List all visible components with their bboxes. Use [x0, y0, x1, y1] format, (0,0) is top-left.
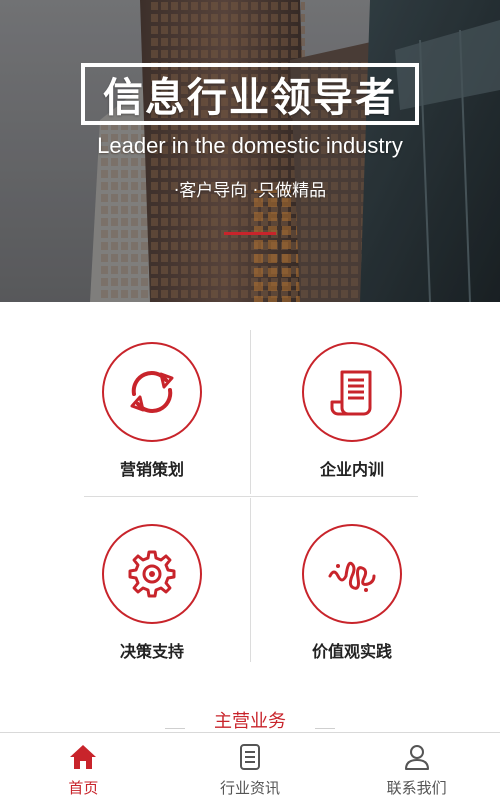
gear-icon: [128, 550, 176, 598]
bottom-tab-bar: 首页 行业资讯 联系我们: [0, 732, 500, 800]
service-item-decision[interactable]: 决策支持: [52, 524, 252, 662]
document-icon: [330, 370, 372, 416]
waveform-icon: [328, 561, 376, 592]
service-item-values[interactable]: 价值观实践: [252, 524, 452, 662]
hero-slogan: ·客户导向 ·只做精品: [173, 181, 327, 201]
tab-news[interactable]: 行业资讯: [167, 733, 334, 800]
hero-banner: 信息行业领导者 Leader in the domestic industry …: [0, 0, 500, 302]
section-title-line: [315, 728, 335, 729]
services-grid: 营销策划 企业内训 决策支持 价值观实践: [0, 302, 500, 702]
tab-label: 行业资讯: [220, 779, 281, 797]
user-icon: [404, 745, 429, 770]
service-label: 企业内训: [319, 460, 384, 479]
refresh-icon: [130, 371, 174, 413]
service-label: 决策支持: [119, 642, 184, 661]
service-icon-circle: [102, 342, 202, 442]
hero-title-frame: 信息行业领导者: [81, 63, 419, 125]
service-icon-circle: [302, 342, 402, 442]
service-label: 营销策划: [119, 460, 184, 479]
tab-label: 联系我们: [386, 779, 447, 797]
service-item-training[interactable]: 企业内训: [252, 342, 452, 480]
tab-home[interactable]: 首页: [0, 733, 167, 800]
hero-title: 信息行业领导者: [103, 75, 397, 121]
service-icon-circle: [102, 524, 202, 624]
service-item-marketing[interactable]: 营销策划: [52, 342, 252, 480]
news-icon: [240, 744, 260, 770]
grid-divider: [84, 496, 418, 497]
hero-accent-line: [224, 232, 276, 235]
tab-label: 首页: [68, 779, 99, 797]
hero-subtitle: Leader in the domestic industry: [97, 133, 403, 158]
service-label: 价值观实践: [311, 642, 392, 661]
home-icon: [70, 745, 97, 769]
tab-contact[interactable]: 联系我们: [333, 733, 500, 800]
section-title: 主营业务: [214, 711, 286, 732]
service-icon-circle: [302, 524, 402, 624]
